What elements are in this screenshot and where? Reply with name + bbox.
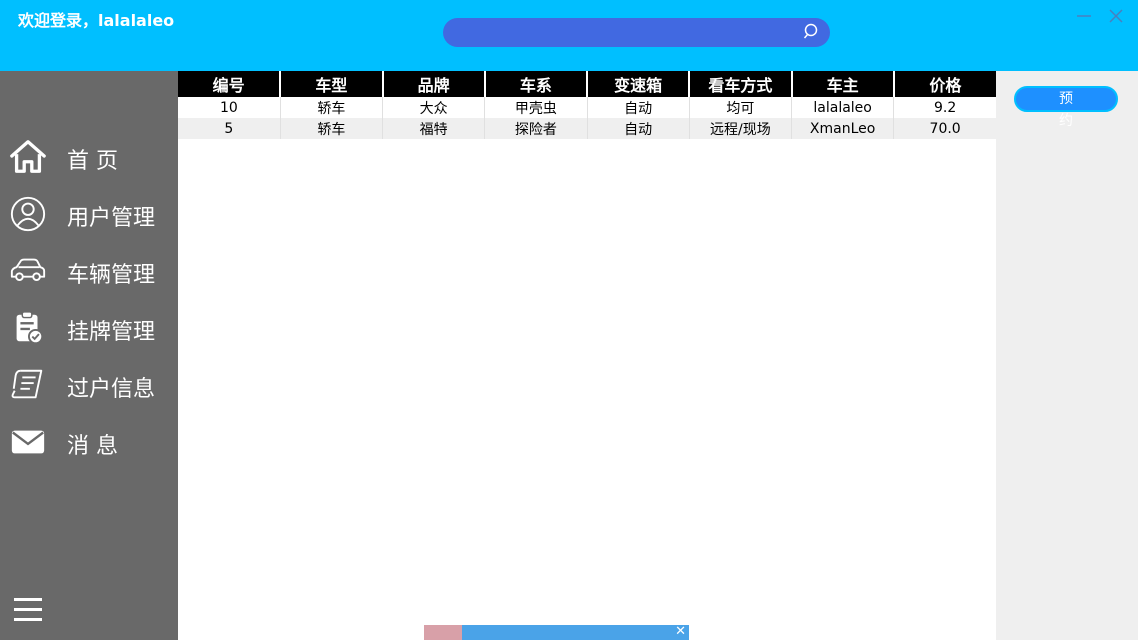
table-cell: lalalaleo [791, 97, 895, 118]
search-input[interactable] [457, 22, 801, 45]
clipboard-check-icon [16, 311, 44, 345]
sidebar-item-label: 挂牌管理 [67, 320, 156, 345]
sidebar-item-label: 首 页 [67, 149, 118, 174]
column-header[interactable]: 品牌 [382, 71, 486, 97]
document-icon [11, 369, 43, 399]
mail-icon [11, 430, 45, 454]
table-row[interactable]: 5 轿车 福特 探险者 自动 远程/现场 XmanLeo 70.0 [178, 118, 996, 139]
sidebar-item-label: 用户管理 [67, 206, 156, 231]
notification-popup[interactable]: ✕ [424, 625, 689, 640]
table-cell: XmanLeo [791, 118, 895, 139]
welcome-text: 欢迎登录，lalalaleo [18, 11, 175, 30]
column-header[interactable]: 车主 [791, 71, 895, 97]
book-button[interactable]: 预约 [1014, 86, 1118, 129]
search-box[interactable] [443, 18, 830, 47]
top-bar: 欢迎登录，lalalaleo [0, 0, 1138, 71]
sidebar: 首 页 用户管理 车辆管理 挂牌管理 过户信息 消 息 [0, 71, 178, 640]
table-header-row: 编号 车型 品牌 车系 变速箱 看车方式 车主 价格 [178, 71, 996, 97]
table-cell: 轿车 [280, 97, 384, 118]
user-icon [10, 196, 46, 232]
table-cell: 9.2 [893, 97, 996, 118]
table-row[interactable]: 10 轿车 大众 甲壳虫 自动 均可 lalalaleo 9.2 [178, 97, 996, 118]
table-cell: 甲壳虫 [484, 97, 588, 118]
table-cell: 福特 [382, 118, 486, 139]
sidebar-item-messages[interactable]: 消 息 [0, 417, 178, 467]
car-icon [10, 258, 46, 281]
minimize-icon[interactable] [1074, 6, 1094, 26]
vehicle-table-panel: 编号 车型 品牌 车系 变速箱 看车方式 车主 价格 10 轿车 大众 甲壳虫 自动 均可 lalalal… [178, 71, 996, 640]
sidebar-item-users[interactable]: 用户管理 [0, 189, 178, 239]
sidebar-item-label: 消 息 [67, 434, 118, 459]
table-cell: 自动 [587, 118, 690, 139]
table-cell: 70.0 [893, 118, 996, 139]
sidebar-item-home[interactable]: 首 页 [0, 132, 178, 182]
menu-icon[interactable] [13, 596, 43, 624]
home-icon [10, 140, 46, 173]
table-cell: 探险者 [484, 118, 588, 139]
column-header[interactable]: 车系 [484, 71, 589, 97]
sidebar-item-transfer[interactable]: 过户信息 [0, 360, 178, 410]
sidebar-item-listings[interactable]: 挂牌管理 [0, 303, 178, 353]
column-header[interactable]: 价格 [893, 71, 996, 97]
table-cell: 大众 [382, 97, 486, 118]
table-cell: 远程/现场 [689, 118, 793, 139]
sidebar-item-label: 车辆管理 [67, 263, 156, 288]
table-cell: 10 [178, 97, 281, 118]
column-header[interactable]: 变速箱 [587, 71, 691, 97]
vehicle-table: 编号 车型 品牌 车系 变速箱 看车方式 车主 价格 10 轿车 大众 甲壳虫 自动 均可 lalalal… [178, 71, 996, 139]
close-icon[interactable] [1106, 6, 1126, 26]
column-header[interactable]: 车型 [280, 71, 384, 97]
table-cell: 5 [178, 118, 281, 139]
column-header[interactable]: 编号 [178, 71, 282, 97]
popup-thumbnail [424, 625, 462, 640]
column-header[interactable]: 看车方式 [689, 71, 793, 97]
sidebar-item-label: 过户信息 [67, 377, 156, 402]
popup-close-icon[interactable]: ✕ [675, 625, 686, 639]
table-cell: 轿车 [280, 118, 384, 139]
action-panel [996, 71, 1138, 640]
table-cell: 自动 [587, 97, 690, 118]
sidebar-item-vehicles[interactable]: 车辆管理 [0, 246, 178, 296]
search-icon[interactable] [802, 22, 822, 42]
table-cell: 均可 [689, 97, 793, 118]
